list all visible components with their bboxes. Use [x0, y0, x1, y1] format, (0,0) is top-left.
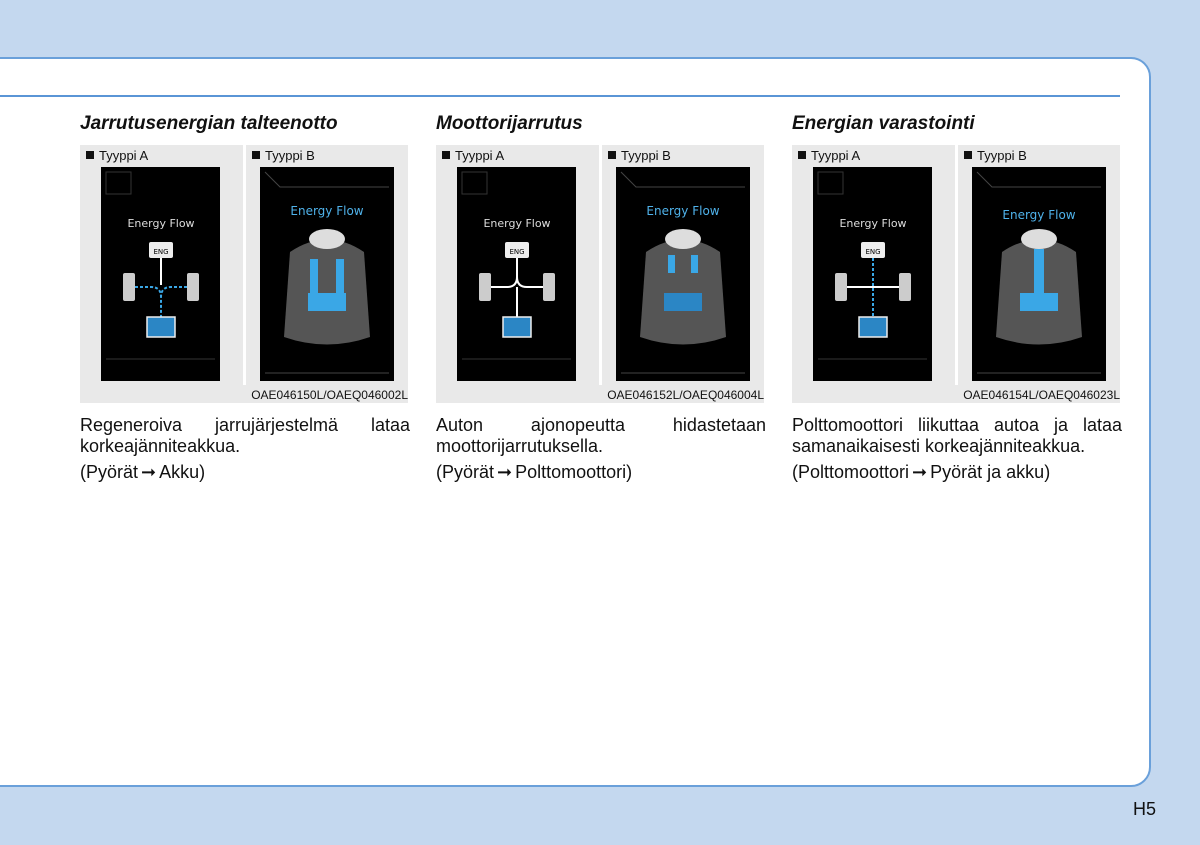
- panel-type-b: Tyyppi B Energy Flow: [602, 145, 764, 385]
- top-rule: [0, 95, 1120, 97]
- screen-title: Energy Flow: [483, 217, 550, 230]
- energy-flow-car-diagram-b: Energy Flow: [264, 171, 389, 374]
- arrow-right-icon: ➞: [497, 462, 513, 482]
- image-code: OAE046154L/OAEQ046023L: [963, 388, 1120, 402]
- panel-type-b: Tyyppi B Energy Flow: [246, 145, 408, 385]
- square-bullet-icon: [442, 151, 450, 159]
- arrow-right-icon: ➞: [141, 462, 157, 482]
- section-title: Moottorijarrutus: [436, 113, 583, 134]
- engine-icon: [309, 229, 345, 249]
- square-bullet-icon: [964, 151, 972, 159]
- panel-type-a: Tyyppi A Energy Flow ENG: [792, 145, 954, 385]
- square-bullet-icon: [252, 151, 260, 159]
- wheel-left-icon: [835, 273, 847, 301]
- screen-type-b: Energy Flow: [260, 167, 394, 381]
- type-b-label: Tyyppi B: [977, 148, 1027, 163]
- energy-flow-car-diagram-b: Energy Flow: [620, 171, 745, 374]
- energy-flow-diagram-a: Energy Flow ENG: [105, 171, 215, 360]
- engine-label: ENG: [509, 248, 524, 256]
- engine-label: ENG: [865, 248, 880, 256]
- square-bullet-icon: [86, 151, 94, 159]
- type-a-label: Tyyppi A: [455, 148, 505, 163]
- battery-icon: [858, 316, 888, 338]
- engine-icon: [665, 229, 701, 249]
- engine-label: ENG: [153, 248, 168, 256]
- description: Polttomoottori liikuttaa autoa ja lataa …: [792, 415, 1122, 456]
- engine-icon: [1021, 229, 1057, 249]
- car-body-icon: [640, 239, 726, 345]
- battery-icon: [1020, 293, 1058, 311]
- screen-type-a: Energy Flow ENG: [101, 167, 220, 381]
- energy-flow-text: (Pyörät ➞ Akku): [80, 462, 206, 482]
- figure: Tyyppi A Energy Flow ENG Tyyppi B Energy…: [80, 145, 408, 403]
- square-bullet-icon: [608, 151, 616, 159]
- screen-type-a: Energy Flow ENG: [457, 167, 576, 381]
- image-code: OAE046152L/OAEQ046004L: [607, 388, 764, 402]
- section-title: Jarrutusenergian talteenotto: [80, 113, 338, 134]
- panel-type-a: Tyyppi A Energy Flow ENG: [436, 145, 598, 385]
- wheel-right-icon: [187, 273, 199, 301]
- wheel-left-icon: [123, 273, 135, 301]
- type-a-label: Tyyppi A: [99, 148, 149, 163]
- arrow-right-icon: ➞: [912, 462, 928, 482]
- type-b-label: Tyyppi B: [265, 148, 315, 163]
- section-energy-storage: Energian varastointi Tyyppi A Energy Flo…: [792, 112, 1122, 483]
- energy-flow-diagram-a: Energy Flow ENG: [817, 171, 927, 360]
- description: Regeneroiva jarrujärjestelmä lataa korke…: [80, 415, 410, 456]
- energy-flow-text: (Polttomoottori ➞ Pyörät ja akku): [792, 462, 1051, 482]
- panel-type-a: Tyyppi A Energy Flow ENG: [80, 145, 242, 385]
- panel-type-b: Tyyppi B Energy Flow: [958, 145, 1120, 385]
- screen-type-b: Energy Flow: [972, 167, 1106, 381]
- screen-title: Energy Flow: [1002, 208, 1075, 222]
- square-bullet-icon: [798, 151, 806, 159]
- wheel-left-icon: [479, 273, 491, 301]
- energy-flow-car-diagram-b: Energy Flow: [976, 171, 1101, 374]
- battery-icon: [146, 316, 176, 338]
- car-body-icon: [284, 239, 370, 345]
- screen-title: Energy Flow: [127, 217, 194, 230]
- battery-icon: [308, 293, 346, 311]
- battery-icon: [502, 316, 532, 338]
- figure: Tyyppi A Energy Flow ENG Tyyppi B Energy…: [792, 145, 1120, 403]
- wheel-right-icon: [899, 273, 911, 301]
- battery-icon: [664, 293, 702, 311]
- type-a-label: Tyyppi A: [811, 148, 861, 163]
- screen-type-a: Energy Flow ENG: [813, 167, 932, 381]
- image-code: OAE046150L/OAEQ046002L: [251, 388, 408, 402]
- type-b-label: Tyyppi B: [621, 148, 671, 163]
- screen-type-b: Energy Flow: [616, 167, 750, 381]
- section-engine-braking: Moottorijarrutus Tyyppi A Energy Flow EN…: [436, 112, 766, 483]
- screen-title: Energy Flow: [839, 217, 906, 230]
- wheel-right-icon: [543, 273, 555, 301]
- screen-title: Energy Flow: [290, 204, 363, 218]
- screen-title: Energy Flow: [646, 204, 719, 218]
- energy-flow-diagram-a: Energy Flow ENG: [461, 171, 571, 360]
- energy-flow-text: (Pyörät ➞ Polttomoottori): [436, 462, 633, 482]
- section-title: Energian varastointi: [792, 113, 975, 134]
- section-regenerative-braking: Jarrutusenergian talteenotto Tyyppi A En…: [80, 112, 410, 483]
- page-number: H5: [1132, 799, 1156, 819]
- description: Auton ajonopeutta hidastetaan moottorija…: [436, 415, 766, 456]
- figure: Tyyppi A Energy Flow ENG Tyyppi B Energy…: [436, 145, 764, 403]
